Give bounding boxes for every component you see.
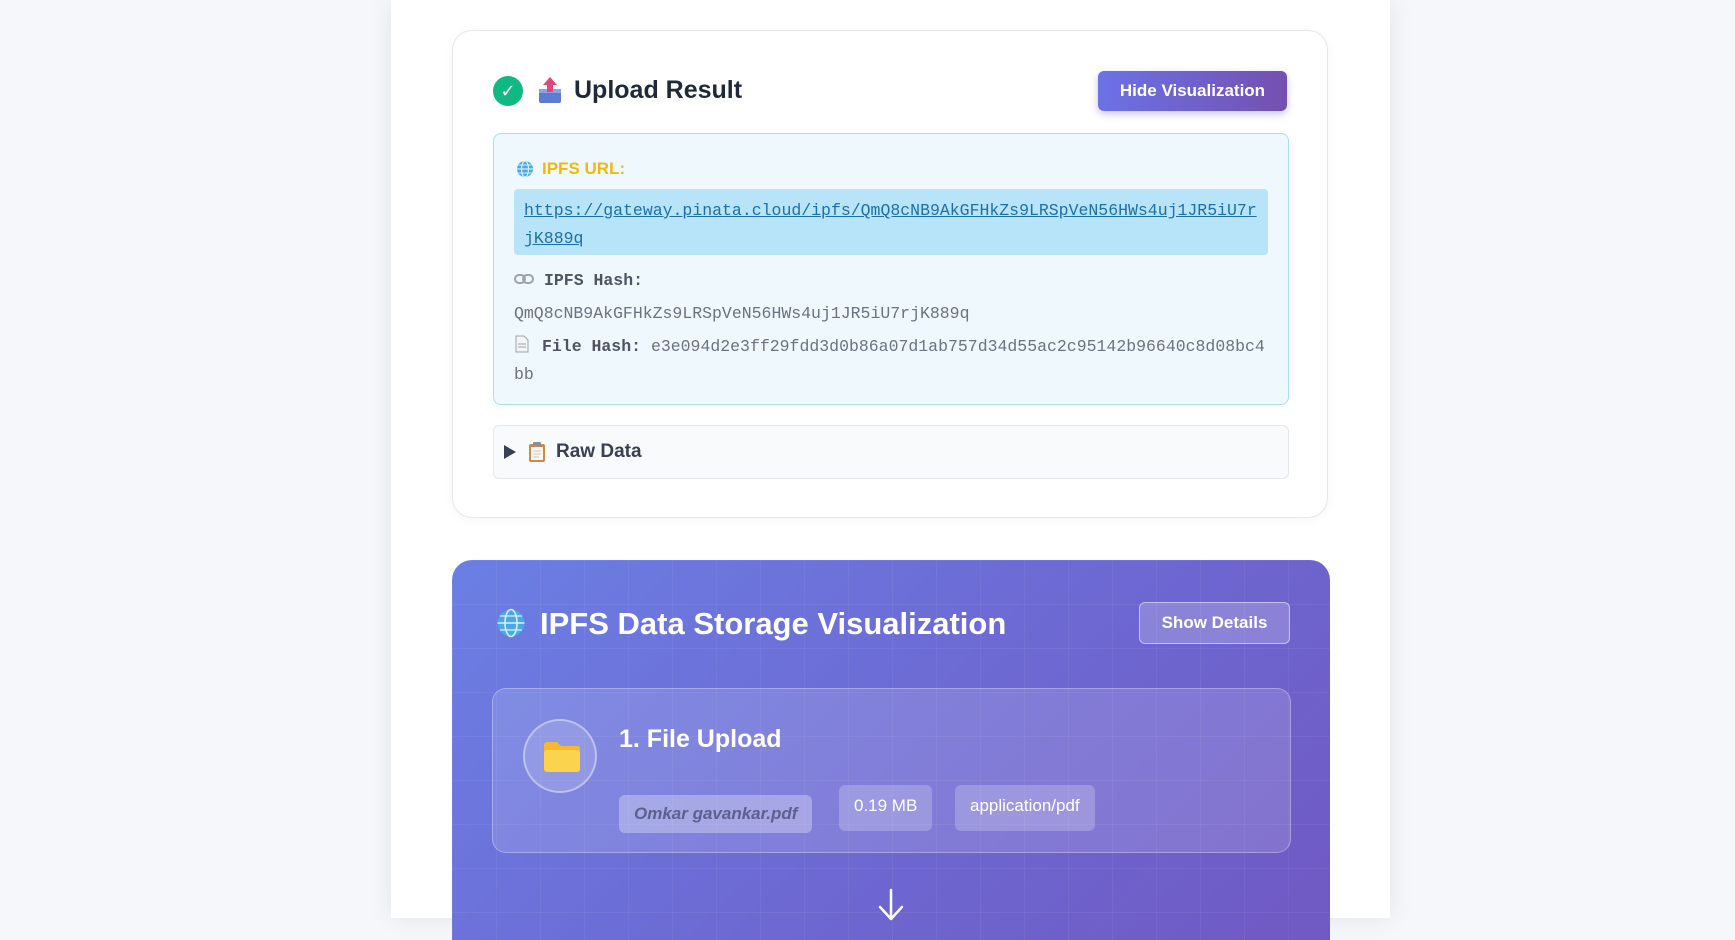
link-icon (514, 274, 534, 284)
triangle-right-icon (504, 445, 516, 459)
raw-data-label: Raw Data (556, 441, 642, 462)
clipboard-icon (529, 442, 545, 462)
upload-result-title: Upload Result (574, 76, 743, 104)
step-title: 1. File Upload (619, 725, 782, 753)
ipfs-info-box: IPFS URL: https://gateway.pinata.cloud/i… (493, 133, 1289, 405)
step-icon-circle (523, 719, 597, 793)
document-icon (515, 335, 529, 353)
visualization-title: IPFS Data Storage Visualization (540, 606, 1007, 641)
file-type-chip: application/pdf (955, 785, 1095, 831)
upload-result-card: ✓ Upload Result Hide Visualization IPFS … (452, 30, 1328, 518)
ipfs-hash-label: IPFS Hash: (544, 271, 644, 290)
file-name-chip: Omkar gavankar.pdf (619, 795, 813, 833)
file-hash-label: File Hash: (542, 337, 642, 356)
globe-icon (497, 608, 525, 638)
upload-box-icon (539, 77, 561, 103)
ipfs-url-label: IPFS URL: (542, 159, 626, 178)
ipfs-visualization-card: IPFS Data Storage Visualization Show Det… (452, 560, 1330, 940)
show-details-button[interactable]: Show Details (1139, 602, 1290, 644)
upload-result-header: ✓ Upload Result Hide Visualization (493, 71, 1287, 113)
file-size-chip: 0.19 MB (839, 785, 933, 831)
file-upload-step-card: 1. File Upload Omkar gavankar.pdf 0.19 M… (492, 688, 1291, 853)
ipfs-url-link[interactable]: https://gateway.pinata.cloud/ipfs/QmQ8cN… (514, 189, 1268, 255)
ipfs-hash-label-row: IPFS Hash: (514, 271, 643, 290)
arrow-down-icon (878, 888, 904, 921)
globe-icon (517, 160, 533, 178)
hide-visualization-button[interactable]: Hide Visualization (1098, 71, 1287, 111)
check-circle-icon: ✓ (493, 76, 523, 106)
folder-icon (544, 742, 580, 772)
ipfs-hash-value: QmQ8cNB9AkGFHkZs9LRSpVeN56HWs4uj1JR5iU7r… (514, 304, 970, 323)
file-hash-row: File Hash: e3e094d2e3ff29fdd3d0b86a07d1a… (514, 333, 1270, 389)
raw-data-toggle[interactable]: Raw Data (493, 425, 1289, 479)
